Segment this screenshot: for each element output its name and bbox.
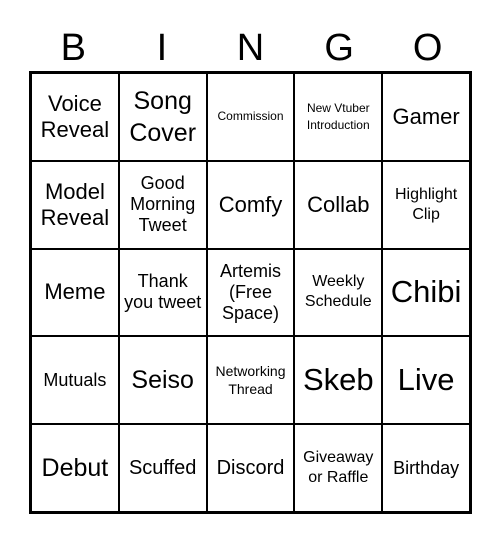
bingo-cell[interactable]: Birthday [382,424,470,512]
bingo-cell-text: Giveaway or Raffle [303,449,374,487]
bingo-cell-text: Debut [41,454,109,483]
bingo-cell[interactable]: Mutuals [31,336,119,425]
bingo-cell-text: Skeb [302,362,374,398]
bingo-cell-text: New Vtuber Introduction [306,100,370,132]
bingo-cell[interactable]: Thank you tweet [118,248,207,337]
bingo-header: B I N G O [29,26,472,70]
header-letter-o: O [412,27,443,69]
bingo-cell-text: Highlight Clip [394,185,458,223]
bingo-cell-text: Seiso [131,366,194,395]
bingo-cell[interactable]: Artemis (Free Space) [206,248,295,337]
bingo-cell-text: Networking Thread [215,363,286,398]
bingo-cell-text: Weekly Schedule [304,273,372,311]
bingo-cell[interactable]: Song Cover [118,73,207,161]
bingo-cell[interactable]: Seiso [118,336,207,425]
bingo-cell-text: Meme [44,279,106,305]
bingo-cell-text: Commission [217,109,284,124]
bingo-cell[interactable]: Meme [31,248,119,337]
bingo-cell-text: Live [397,362,455,398]
bingo-cell[interactable]: Giveaway or Raffle [294,424,383,512]
bingo-cell[interactable]: Discord [206,424,295,512]
bingo-cell-text: Song Cover [129,86,197,147]
bingo-cell-text: Model Reveal [40,178,110,230]
bingo-cell[interactable]: Good Morning Tweet [118,160,207,249]
bingo-cell[interactable]: Skeb [294,336,383,425]
bingo-cell[interactable]: Live [382,336,470,425]
bingo-cell[interactable]: Collab [294,160,383,249]
bingo-cell-text: Comfy [218,191,283,217]
bingo-cell-text: Discord [216,457,285,480]
bingo-cell[interactable]: Comfy [206,160,295,249]
header-letter-i: I [156,27,168,69]
bingo-cell-text: Mutuals [43,369,107,390]
bingo-cell-text: Thank you tweet [124,271,202,313]
bingo-cell[interactable]: Gamer [382,73,470,161]
bingo-cell-text: Voice Reveal [40,90,110,142]
bingo-cell[interactable]: Debut [31,424,119,512]
bingo-cell-text: Artemis (Free Space) [219,260,281,323]
header-letter-b: B [60,27,86,69]
bingo-cell-text: Scuffed [128,457,197,480]
bingo-cell-text: Chibi [390,274,462,310]
bingo-cell[interactable]: New Vtuber Introduction [294,73,383,161]
bingo-grid: Voice Reveal Song Cover Commission New Vtub… [29,71,472,514]
bingo-cell[interactable]: Commission [206,73,295,161]
bingo-cell[interactable]: Weekly Schedule [294,248,383,337]
bingo-cell[interactable]: Scuffed [118,424,207,512]
bingo-cell-text: Collab [307,191,370,217]
bingo-cell-text: Good Morning Tweet [130,173,196,236]
bingo-cell-text: Birthday [393,457,460,478]
bingo-cell-text: Gamer [392,103,460,129]
bingo-cell[interactable]: Highlight Clip [382,160,470,249]
bingo-cell[interactable]: Model Reveal [31,160,119,249]
bingo-cell[interactable]: Voice Reveal [31,73,119,161]
header-letter-g: G [324,27,354,69]
bingo-cell[interactable]: Networking Thread [206,336,295,425]
header-letter-n: N [236,27,265,69]
bingo-cell[interactable]: Chibi [382,248,470,337]
